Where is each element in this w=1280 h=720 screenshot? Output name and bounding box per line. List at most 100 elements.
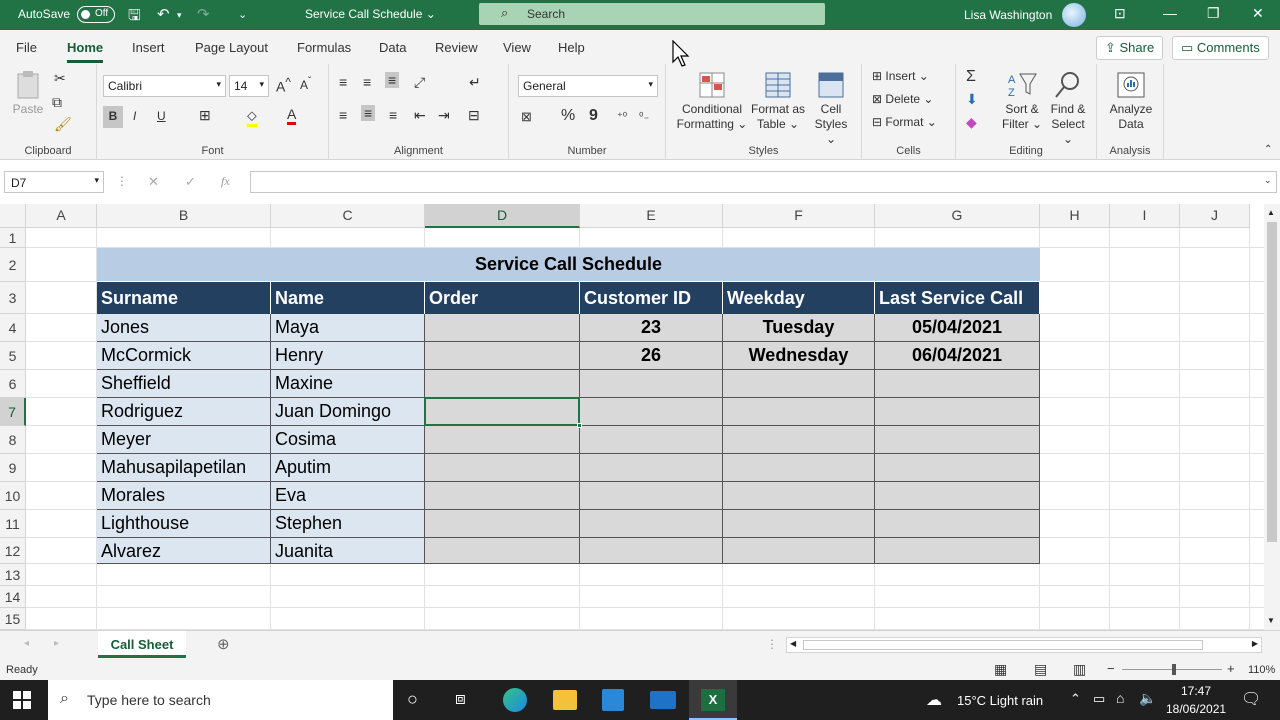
column-header[interactable]: F [723,204,875,228]
shrink-font-icon[interactable]: Aˇ [300,76,311,92]
insert-function-icon[interactable]: fx [221,174,230,189]
column-header[interactable]: J [1180,204,1250,228]
number-format-select[interactable]: General ▾ [518,75,658,97]
table-cell[interactable]: Rodriguez [97,398,271,426]
table-cell[interactable]: Eva [271,482,425,510]
table-cell[interactable] [723,538,875,564]
increase-decimal-icon[interactable]: ⁺⁰ [617,110,627,123]
table-cell[interactable]: 06/04/2021 [875,342,1040,370]
table-cell[interactable]: Lighthouse [97,510,271,538]
zoom-level[interactable]: 110% [1248,664,1275,676]
tabs-splitter-icon[interactable]: ⋮ [766,637,778,651]
tab-formulas[interactable]: Formulas [297,40,351,55]
column-header[interactable]: B [97,204,271,228]
scroll-right-icon[interactable]: ▶ [1252,639,1258,648]
excel-taskbar-button[interactable]: X [689,680,737,720]
table-header-cell[interactable]: Weekday [723,282,875,314]
decrease-indent-icon[interactable]: ⇤ [414,107,426,124]
row-header[interactable]: 7 [0,398,26,426]
tab-page-layout[interactable]: Page Layout [195,40,268,55]
new-sheet-icon[interactable]: ⊕ [217,635,230,653]
column-header[interactable]: G [875,204,1040,228]
tab-help[interactable]: Help [558,40,585,55]
horizontal-scrollbar[interactable]: ◀ ▶ [786,637,1262,653]
select-all-corner[interactable] [0,204,26,228]
align-middle-icon[interactable]: ≡ [363,74,371,90]
format-as-table-button[interactable]: Format as Table ⌄ [748,70,808,132]
table-cell[interactable]: Mahusapilapetilan [97,454,271,482]
table-cell[interactable] [580,426,723,454]
table-cell[interactable]: McCormick [97,342,271,370]
fill-handle[interactable] [577,423,582,428]
table-cell[interactable]: Meyer [97,426,271,454]
table-cell[interactable] [425,510,580,538]
column-header[interactable]: D [425,204,580,228]
row-header[interactable]: 11 [0,510,26,538]
table-cell[interactable] [723,510,875,538]
tab-insert[interactable]: Insert [132,40,165,55]
table-cell[interactable] [723,482,875,510]
scroll-up-icon[interactable]: ▲ [1267,208,1275,217]
borders-icon[interactable]: ⊞ [199,107,211,124]
font-size-select[interactable]: 14 ▾ [229,75,269,97]
row-header[interactable]: 1 [0,228,26,248]
table-cell[interactable] [723,454,875,482]
table-cell[interactable] [875,426,1040,454]
decrease-decimal-icon[interactable]: ⁰₋ [639,110,649,123]
autosum-icon[interactable]: Σ [966,68,976,86]
table-header-cell[interactable]: Customer ID [580,282,723,314]
vertical-scrollbar[interactable]: ▲ ▼ [1264,204,1280,630]
mail-icon[interactable] [650,691,676,709]
table-cell[interactable]: Cosima [271,426,425,454]
table-cell[interactable] [580,538,723,564]
minimize-icon[interactable]: — [1163,5,1177,21]
orientation-icon[interactable]: ⤢ [414,74,425,91]
share-button[interactable]: ⇪ Share [1096,36,1164,60]
table-cell[interactable]: Maxine [271,370,425,398]
increase-indent-icon[interactable]: ⇥ [438,107,450,124]
copy-icon[interactable]: ⧉ [52,94,62,111]
align-bottom-icon[interactable]: ≡ [385,72,400,88]
name-box[interactable]: D7 ▾ [4,171,104,193]
tab-view[interactable]: View [503,40,531,55]
table-cell[interactable]: Tuesday [723,314,875,342]
network-icon[interactable]: ⌂ [1116,690,1124,706]
zoom-in-icon[interactable]: + [1227,661,1235,676]
table-cell[interactable]: Stephen [271,510,425,538]
table-cell[interactable] [723,370,875,398]
close-icon[interactable]: ✕ [1252,5,1264,22]
column-header[interactable]: H [1040,204,1110,228]
table-cell[interactable] [425,426,580,454]
file-explorer-icon[interactable] [553,690,577,710]
table-cell[interactable]: Juanita [271,538,425,564]
table-cell[interactable] [425,482,580,510]
column-header[interactable]: I [1110,204,1180,228]
next-sheet-icon[interactable]: ▸ [54,638,59,649]
row-header[interactable]: 2 [0,248,26,282]
table-cell[interactable] [425,370,580,398]
tab-data[interactable]: Data [379,40,406,55]
formula-input[interactable] [250,171,1277,193]
insert-cells-button[interactable]: ⊞ Insert ⌄ [872,69,929,83]
conditional-formatting-button[interactable]: Conditional Formatting ⌄ [672,70,752,132]
comments-button[interactable]: ▭ Comments [1172,36,1269,60]
row-header[interactable]: 8 [0,426,26,454]
table-cell[interactable] [425,538,580,564]
cut-icon[interactable]: ✂ [54,70,66,87]
zoom-out-icon[interactable]: − [1107,661,1115,676]
page-break-view-icon[interactable]: ▥ [1073,661,1086,678]
align-right-icon[interactable]: ≡ [389,107,397,123]
table-cell[interactable] [723,426,875,454]
undo-dropdown-icon[interactable]: ▾ [177,10,182,21]
table-cell[interactable] [875,454,1040,482]
user-name[interactable]: Lisa Washington [964,8,1052,22]
store-icon[interactable] [602,689,624,711]
table-cell[interactable] [580,454,723,482]
search-box[interactable]: ⌕ Search [479,3,825,25]
sheet-tab-call-sheet[interactable]: Call Sheet [98,631,186,658]
row-header[interactable]: 10 [0,482,26,510]
font-color-icon[interactable]: A [287,106,297,125]
delete-cells-button[interactable]: ⊠ Delete ⌄ [872,92,933,106]
fill-icon[interactable]: ⬇ [966,91,978,108]
merge-center-icon[interactable]: ⊟ [468,107,480,124]
